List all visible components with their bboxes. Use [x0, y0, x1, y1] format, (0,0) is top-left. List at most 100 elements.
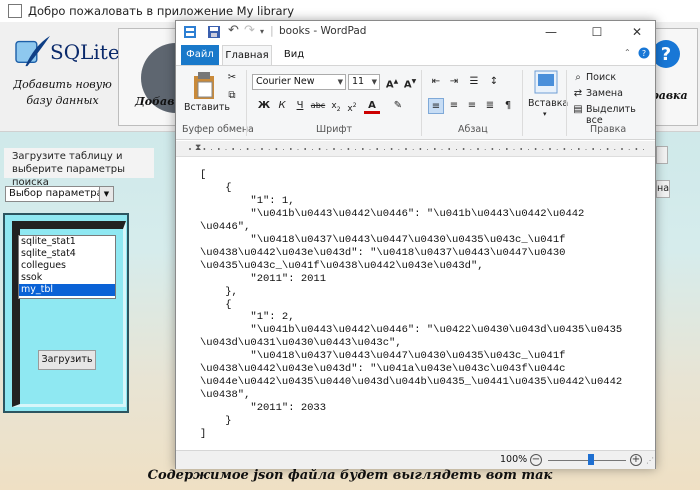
font-size-value: 11: [352, 76, 365, 87]
help-icon[interactable]: ?: [638, 47, 650, 59]
right-input-stub[interactable]: [656, 146, 668, 164]
sqlite-feather-icon: [15, 35, 50, 67]
right-button-stub[interactable]: на: [656, 180, 670, 198]
chevron-down-icon: ▼: [337, 78, 343, 86]
document-text[interactable]: [ { "1": 1, "\u041b\u0443\u0442\u0446": …: [200, 169, 622, 441]
tab-home[interactable]: Главная: [222, 45, 272, 65]
decrease-indent-icon[interactable]: ⇤: [428, 74, 444, 90]
align-right-icon[interactable]: ≡: [464, 98, 480, 114]
font-group-label: Шрифт: [316, 124, 353, 135]
zoom-in-icon[interactable]: +: [630, 454, 642, 466]
chevron-down-icon: ▾: [543, 110, 547, 118]
cut-icon[interactable]: ✂: [224, 70, 240, 86]
select-all-button[interactable]: Выделить все: [586, 104, 655, 126]
group-divider: [246, 70, 247, 136]
close-icon[interactable]: ✕: [620, 21, 654, 43]
list-item[interactable]: sqlite_stat1: [19, 236, 115, 248]
group-divider: [421, 70, 422, 136]
document-area[interactable]: [ { "1": 1, "\u041b\u0443\u0442\u0446": …: [176, 157, 655, 450]
maximize-icon[interactable]: ☐: [580, 21, 614, 43]
italic-icon[interactable]: К: [274, 98, 290, 114]
svg-text:?: ?: [642, 49, 646, 58]
search-parameter-select[interactable]: Выбор параметра ▼: [5, 186, 114, 202]
superscript-icon[interactable]: x2: [344, 98, 360, 114]
replace-icon: ⇄: [573, 88, 583, 99]
status-bar: 100% − + ⋰: [176, 450, 655, 469]
add-database-caption-line-2: базу данных: [26, 94, 99, 107]
load-button[interactable]: Загрузить: [38, 350, 96, 370]
list-item[interactable]: sqlite_stat4: [19, 248, 115, 260]
table-listbox[interactable]: sqlite_stat1 sqlite_stat4 collegues ssok…: [18, 235, 116, 299]
ribbon-tabs: Файл Главная Вид ⌃ ?: [176, 43, 655, 65]
indent-marker-icon[interactable]: ⧗: [195, 143, 201, 153]
grow-font-icon[interactable]: A▲: [384, 74, 400, 90]
find-button[interactable]: Поиск: [586, 72, 616, 83]
justify-icon[interactable]: ≣: [482, 98, 498, 114]
line-spacing-icon[interactable]: ↕: [486, 74, 502, 90]
editing-group-label: Правка: [590, 124, 627, 135]
add-database-caption-line-1: Добавить новую: [13, 78, 112, 91]
undo-icon[interactable]: ↶: [228, 23, 239, 38]
strikethrough-icon[interactable]: abc: [310, 98, 326, 114]
list-item[interactable]: ssok: [19, 272, 115, 284]
tab-view[interactable]: Вид: [276, 45, 312, 65]
bullet-list-icon[interactable]: ☰: [466, 74, 482, 90]
redo-icon[interactable]: ↷: [244, 23, 255, 38]
save-icon[interactable]: [208, 26, 220, 38]
select-all-icon: ▤: [573, 104, 583, 115]
paragraph-icon[interactable]: ¶: [500, 98, 516, 114]
group-divider: [566, 70, 567, 136]
subscript-icon[interactable]: x2: [328, 98, 344, 114]
highlight-icon[interactable]: ✎: [390, 98, 406, 114]
chevron-down-icon[interactable]: ▼: [99, 187, 113, 201]
replace-button[interactable]: Замена: [586, 88, 623, 99]
wordpad-title: books - WordPad: [279, 25, 367, 37]
app-title: Добро пожаловать в приложение My library: [28, 4, 295, 18]
quick-access-dropdown-icon[interactable]: ▾: [260, 27, 264, 36]
zoom-level: 100%: [500, 454, 528, 465]
tab-file[interactable]: Файл: [181, 45, 219, 65]
increase-indent-icon[interactable]: ⇥: [446, 74, 462, 90]
json-caption: Содержимое json файла будет выглядеть во…: [147, 468, 553, 483]
paragraph-group-label: Абзац: [458, 124, 488, 135]
clipboard-icon: [194, 72, 214, 99]
zoom-out-icon[interactable]: −: [530, 454, 542, 466]
align-center-icon[interactable]: ≡: [446, 98, 462, 114]
binoculars-icon: ⌕: [575, 72, 581, 83]
wordpad-window: ↶ ↷ ▾ | books - WordPad — ☐ ✕ Файл Главн…: [175, 20, 656, 469]
shrink-font-icon[interactable]: A▼: [402, 74, 418, 90]
list-item[interactable]: collegues: [19, 260, 115, 272]
ruler-scale: [189, 148, 645, 150]
ribbon-home: Вставить ✂ ⧉ Буфер обмена Courier New ▼ 1…: [176, 65, 655, 140]
sqlite-logo-text: SQLite: [50, 40, 120, 64]
add-record-tile[interactable]: Добави: [118, 28, 211, 126]
chevron-down-icon: ▼: [371, 78, 377, 86]
align-left-icon[interactable]: ≡: [428, 98, 444, 114]
font-color-icon[interactable]: A: [364, 98, 380, 114]
font-size-select[interactable]: 11 ▼: [348, 74, 380, 90]
list-item-selected[interactable]: my_tbl: [19, 284, 115, 296]
copy-icon[interactable]: ⧉: [224, 88, 240, 104]
add-database-button[interactable]: SQLite Добавить новую базу данных: [10, 30, 120, 122]
picture-icon: [534, 70, 558, 94]
app-window-icon: [8, 4, 22, 18]
insert-button[interactable]: Вставка ▾: [528, 70, 568, 122]
help-label: равка: [651, 89, 688, 102]
underline-icon[interactable]: Ч: [292, 98, 308, 114]
insert-label: Вставка: [528, 98, 569, 109]
ribbon-collapse-icon[interactable]: ⌃: [624, 48, 631, 57]
bold-icon[interactable]: Ж: [256, 98, 272, 114]
font-family-value: Courier New: [256, 76, 315, 87]
search-parameter-value: Выбор параметра: [9, 188, 103, 199]
font-family-select[interactable]: Courier New ▼: [252, 74, 346, 90]
wordpad-title-bar: ↶ ↷ ▾ | books - WordPad — ☐ ✕: [176, 21, 655, 43]
load-table-instructions-line-1: Загрузите таблицу и: [12, 151, 123, 162]
load-table-instructions: Загрузите таблицу и выберите параметры п…: [4, 148, 154, 188]
minimize-icon[interactable]: —: [534, 21, 568, 43]
paste-button[interactable]: Вставить: [184, 72, 230, 120]
zoom-slider-thumb[interactable]: [587, 454, 594, 465]
ruler[interactable]: ⧗: [176, 141, 655, 157]
app-title-bar: Добро пожаловать в приложение My library: [0, 0, 700, 22]
resize-grip-icon[interactable]: ⋰: [646, 456, 654, 465]
wordpad-app-icon: [184, 26, 196, 38]
